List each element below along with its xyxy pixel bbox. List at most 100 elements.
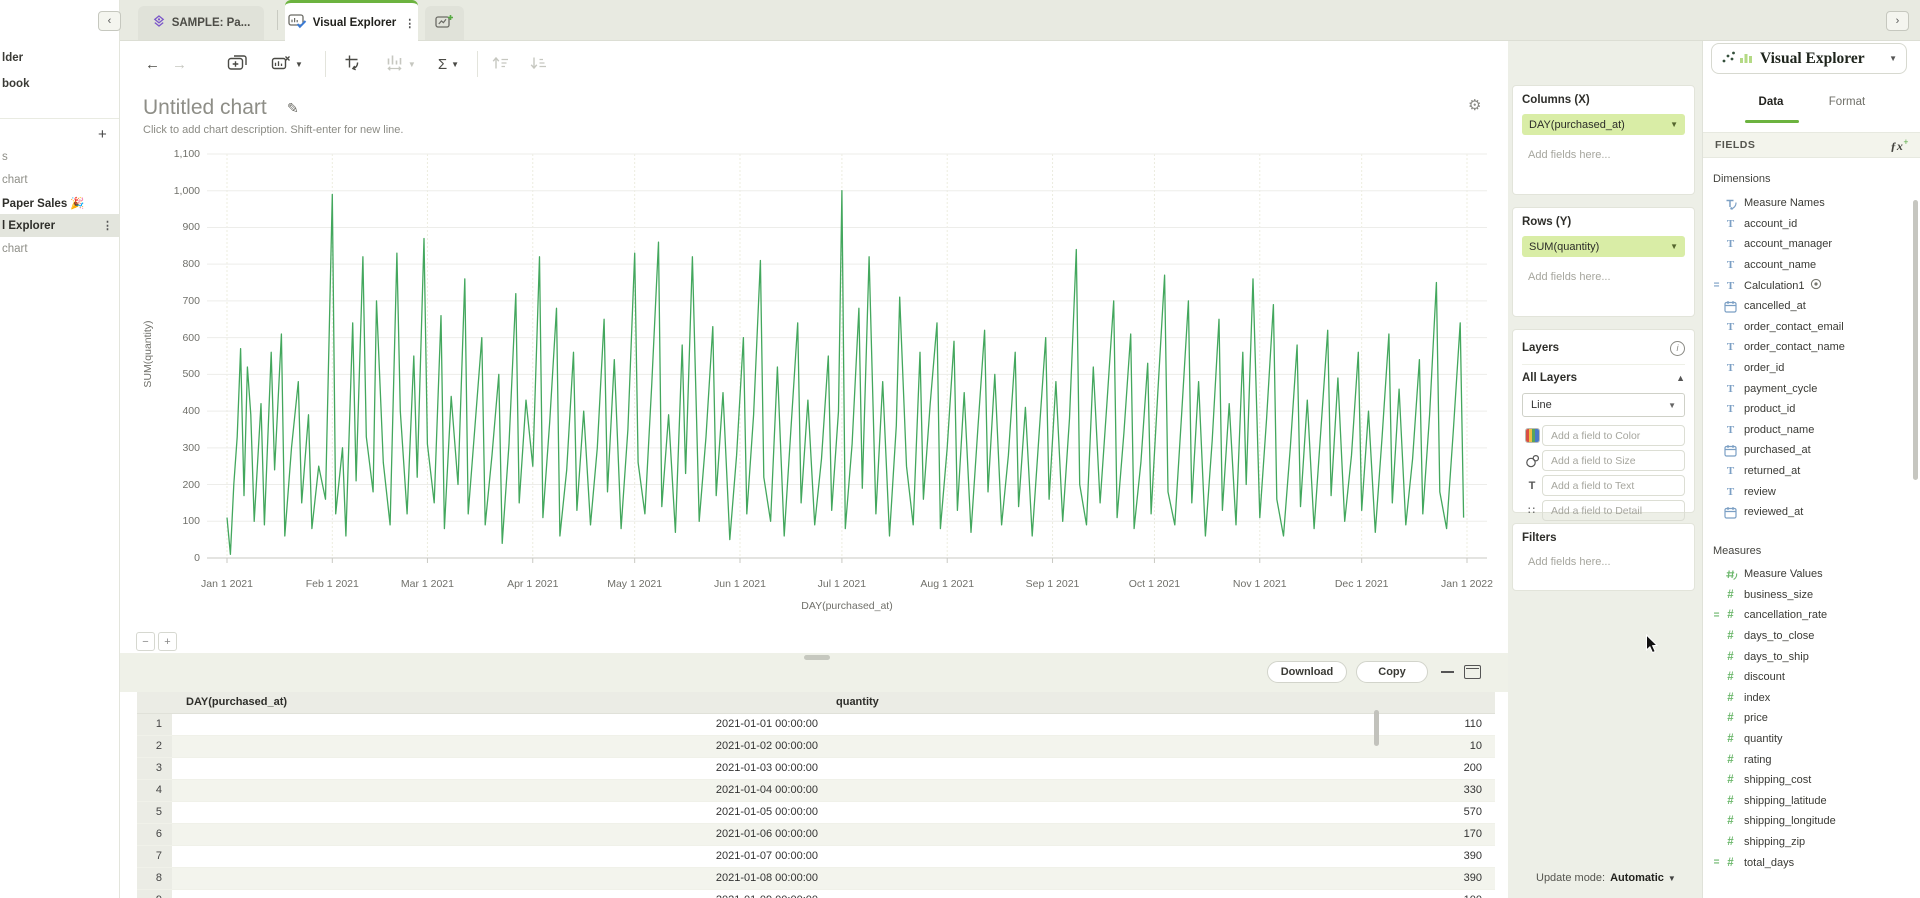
measure-item[interactable]: #shipping_zip	[1703, 832, 1913, 853]
fields-scrollbar[interactable]	[1913, 200, 1918, 480]
visual-explorer-switcher[interactable]: Visual Explorer ▼	[1711, 43, 1907, 74]
measure-item[interactable]: #discount	[1703, 667, 1913, 688]
expand-results-window-icon[interactable]	[1464, 665, 1481, 679]
calculation-equals-icon: =	[1711, 610, 1722, 621]
dimension-item[interactable]: Treview	[1703, 481, 1913, 502]
function-plus-icon[interactable]: ƒx+	[1890, 137, 1909, 154]
info-icon[interactable]: i	[1670, 341, 1685, 356]
back-button[interactable]: ←	[145, 56, 160, 73]
table-row[interactable]: 62021-01-06 00:00:00170	[137, 824, 1495, 846]
dimension-item[interactable]: Taccount_manager	[1703, 234, 1913, 255]
chart-title[interactable]: Untitled chart	[143, 96, 267, 120]
measure-item[interactable]: #index	[1703, 688, 1913, 709]
mouse-cursor	[1645, 634, 1660, 658]
dimension-item[interactable]: Tproduct_name	[1703, 420, 1913, 441]
sidebar-item[interactable]: chart	[0, 168, 119, 191]
resize-drag-handle[interactable]	[804, 655, 830, 660]
layer-field-dropzone[interactable]: Add a field to Size	[1542, 450, 1685, 471]
filters-add-fields-placeholder[interactable]: Add fields here...	[1522, 556, 1685, 568]
measure-item[interactable]: =#cancellation_rate	[1703, 605, 1913, 626]
tab-menu-kebab[interactable]: ⋮	[404, 17, 415, 30]
calculation-equals-icon: =	[1711, 280, 1722, 291]
layer-field-dropzone[interactable]: Add a field to Text	[1542, 475, 1685, 496]
layer-field-dropzone[interactable]: Add a field to Color	[1542, 425, 1685, 446]
collapse-results-icon[interactable]	[1441, 671, 1454, 673]
measure-item[interactable]: #shipping_longitude	[1703, 811, 1913, 832]
columns-add-fields-placeholder[interactable]: Add fields here...	[1522, 149, 1685, 161]
measure-item[interactable]: #days_to_ship	[1703, 646, 1913, 667]
dimension-item[interactable]: Tproduct_id	[1703, 399, 1913, 420]
sidebar-item[interactable]: chart	[0, 237, 119, 260]
text-icon: T	[1722, 259, 1739, 271]
dimension-item[interactable]: Torder_contact_name	[1703, 337, 1913, 358]
dimension-item[interactable]: Torder_contact_email	[1703, 317, 1913, 338]
measure-name: discount	[1744, 671, 1785, 683]
dimension-item[interactable]: Treturned_at	[1703, 461, 1913, 482]
rows-add-fields-placeholder[interactable]: Add fields here...	[1522, 271, 1685, 283]
table-row[interactable]: 52021-01-05 00:00:00570	[137, 802, 1495, 824]
chevron-down-icon[interactable]: ▼	[1670, 120, 1678, 129]
tab-visual-explorer[interactable]: Visual Explorer ⋮	[285, 0, 418, 43]
update-mode-control[interactable]: Update mode: Automatic ▼	[1512, 872, 1695, 884]
measure-item[interactable]: #rating	[1703, 749, 1913, 770]
sidebar-item-notebook[interactable]: book	[2, 78, 29, 90]
sidebar-item-builder[interactable]: lder	[2, 52, 23, 64]
sidebar-item[interactable]: Paper Sales 🎉	[0, 191, 119, 214]
dimension-item[interactable]: cancelled_at	[1703, 296, 1913, 317]
measure-item[interactable]: #shipping_latitude	[1703, 791, 1913, 812]
dimension-item[interactable]: Measure Names	[1703, 193, 1913, 214]
download-button[interactable]: Download	[1267, 661, 1347, 683]
dimension-item[interactable]: reviewed_at	[1703, 502, 1913, 523]
chart-settings-gear-icon[interactable]: ⚙	[1468, 96, 1481, 114]
add-item-button[interactable]: +	[98, 126, 107, 143]
measure-item[interactable]: =#total_days	[1703, 852, 1913, 873]
dimension-item[interactable]: =TCalculation1	[1703, 275, 1913, 296]
columns-field-pill[interactable]: DAY(purchased_at)▼	[1522, 114, 1685, 135]
table-row[interactable]: 32021-01-03 00:00:00200	[137, 758, 1495, 780]
dimension-item[interactable]: Taccount_name	[1703, 255, 1913, 276]
sidebar-item[interactable]: s	[0, 145, 119, 168]
zoom-in-button[interactable]: +	[158, 632, 177, 651]
new-chart-tab-button[interactable]	[425, 6, 464, 40]
chevron-up-icon[interactable]: ▲	[1676, 373, 1685, 383]
layer-field-dropzone[interactable]: Add a field to Detail	[1542, 500, 1685, 521]
collapse-left-panel-button[interactable]: ‹	[98, 11, 121, 31]
dimension-item[interactable]: Torder_id	[1703, 358, 1913, 379]
dimension-item[interactable]: Taccount_id	[1703, 214, 1913, 235]
chevron-down-icon[interactable]: ▼	[1670, 242, 1678, 251]
rows-field-pill[interactable]: SUM(quantity)▼	[1522, 236, 1685, 257]
measure-item[interactable]: #price	[1703, 708, 1913, 729]
aggregate-button[interactable]: Σ▼	[438, 56, 459, 73]
delete-chart-button[interactable]: ▼	[271, 54, 303, 74]
edit-pencil-icon[interactable]: ✎	[287, 100, 299, 117]
measure-item[interactable]: #business_size	[1703, 585, 1913, 606]
measure-item[interactable]: #days_to_close	[1703, 626, 1913, 647]
table-row[interactable]: 82021-01-08 00:00:00390	[137, 868, 1495, 890]
table-row[interactable]: 92021-01-09 00:00:00100	[137, 890, 1495, 898]
zoom-out-button[interactable]: −	[136, 632, 155, 651]
cell-purchased-at: 2021-01-08 00:00:00	[172, 868, 830, 889]
mark-type-select[interactable]: Line▼	[1522, 393, 1685, 417]
measure-item[interactable]: Measure Values	[1703, 564, 1913, 585]
tab-format[interactable]: Format	[1815, 96, 1879, 108]
table-row[interactable]: 12021-01-01 00:00:00110	[137, 714, 1495, 736]
table-scrollbar[interactable]	[1374, 710, 1379, 746]
chart-description-placeholder[interactable]: Click to add chart description. Shift-en…	[143, 124, 403, 136]
tab-sample-report[interactable]: SAMPLE: Pa...	[138, 6, 264, 40]
kebab-menu-icon[interactable]: ⋮	[102, 219, 113, 232]
table-row[interactable]: 22021-01-02 00:00:0010	[137, 736, 1495, 758]
line-chart[interactable]	[207, 150, 1487, 566]
table-row[interactable]: 72021-01-07 00:00:00390	[137, 846, 1495, 868]
table-row[interactable]: 42021-01-04 00:00:00330	[137, 780, 1495, 802]
dimension-item[interactable]: purchased_at	[1703, 440, 1913, 461]
dimension-item[interactable]: Tpayment_cycle	[1703, 378, 1913, 399]
tab-data[interactable]: Data	[1739, 96, 1803, 108]
sidebar-item[interactable]: l Explorer⋮	[0, 214, 119, 237]
swap-axes-button[interactable]	[344, 54, 362, 74]
dimension-name: account_id	[1744, 218, 1797, 230]
copy-button[interactable]: Copy	[1356, 661, 1428, 683]
duplicate-chart-button[interactable]	[227, 54, 249, 74]
measure-item[interactable]: #shipping_cost	[1703, 770, 1913, 791]
measure-item[interactable]: #quantity	[1703, 729, 1913, 750]
collapse-right-panel-button[interactable]: ›	[1886, 11, 1909, 31]
